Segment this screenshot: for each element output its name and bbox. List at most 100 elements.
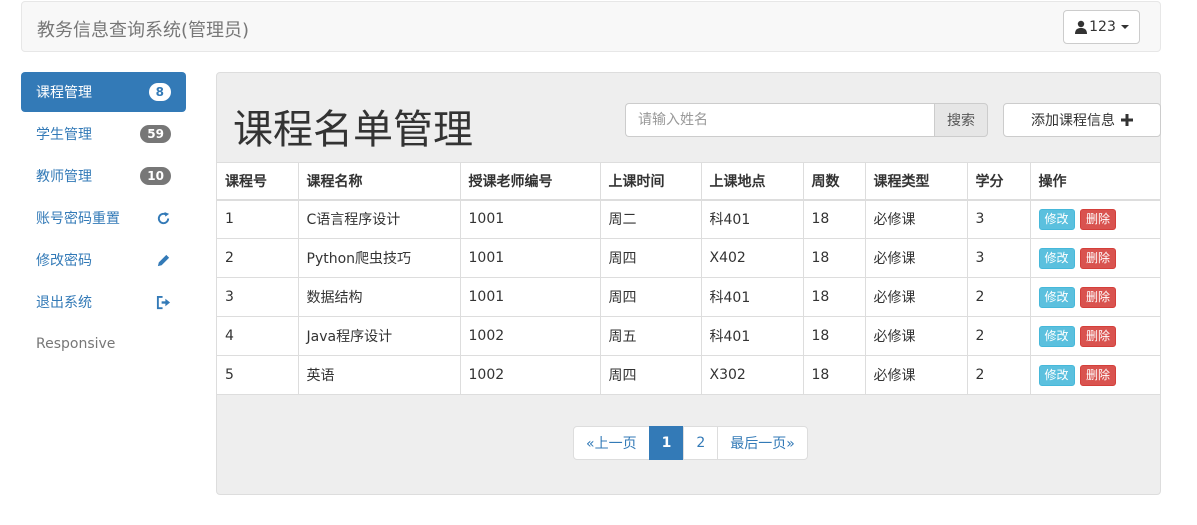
count-badge: 10 — [140, 167, 171, 185]
table-cell: X302 — [700, 355, 804, 395]
edit-button[interactable]: 修改 — [1038, 325, 1075, 347]
user-menu-button[interactable]: 123 — [1063, 10, 1140, 44]
table-cell: 必修课 — [864, 199, 968, 239]
app-brand[interactable]: 教务信息查询系统(管理员) — [37, 16, 249, 42]
page-link-2[interactable]: 2 — [683, 426, 719, 460]
table-cell: 1002 — [459, 355, 601, 395]
sidebar-item-label: 账号密码重置 — [36, 211, 120, 227]
page-link-1[interactable]: 1 — [648, 426, 685, 460]
table-cell: 周五 — [599, 316, 702, 356]
sidebar: 课程管理 8 学生管理 59 教师管理 10 账号密码重置 修改密码 退出系统 … — [21, 72, 186, 366]
edit-button[interactable]: 修改 — [1038, 286, 1075, 308]
table-row: 2 Python爬虫技巧 1001 周四 X402 18 必修课 3 修改 删除 — [217, 238, 1160, 278]
table-row: 4 Java程序设计 1002 周五 科401 18 必修课 2 修改 删除 — [217, 316, 1160, 356]
delete-button[interactable]: 删除 — [1079, 364, 1116, 386]
column-header: 上课时间 — [599, 162, 702, 201]
sidebar-item-course[interactable]: 课程管理 8 — [21, 72, 186, 112]
table-cell: 1001 — [459, 238, 601, 278]
column-header: 上课地点 — [700, 162, 804, 201]
table-cell: 2 — [217, 238, 299, 278]
sidebar-item-label: 修改密码 — [36, 253, 92, 269]
course-table: 课程号 课程名称 授课老师编号 上课时间 上课地点 周数 课程类型 学分 操作 … — [217, 162, 1160, 395]
table-cell: 2 — [966, 316, 1031, 356]
top-navbar: 教务信息查询系统(管理员) 123 — [21, 1, 1161, 52]
edit-button[interactable]: 修改 — [1038, 247, 1075, 269]
table-cell: 18 — [802, 355, 866, 395]
table-cell: 5 — [217, 355, 299, 395]
table-cell: X402 — [700, 238, 804, 278]
delete-button[interactable]: 删除 — [1079, 247, 1116, 269]
table-cell: Python爬虫技巧 — [297, 238, 461, 278]
table-row: 5 英语 1002 周四 X302 18 必修课 2 修改 删除 — [217, 355, 1160, 395]
sidebar-item-label: 教师管理 — [36, 169, 92, 185]
sidebar-item-change-password[interactable]: 修改密码 — [21, 240, 186, 280]
last-page-link[interactable]: 最后一页» — [717, 426, 808, 460]
table-cell: 18 — [802, 316, 866, 356]
main-panel: 课程名单管理 搜索 添加课程信息 课程号 课程名称 授课老师编号 上课时间 上课… — [216, 72, 1161, 495]
refresh-icon — [157, 211, 170, 224]
sidebar-item-label: 课程管理 — [36, 85, 92, 101]
delete-button[interactable]: 删除 — [1079, 286, 1116, 308]
sidebar-item-teacher[interactable]: 教师管理 10 — [21, 156, 186, 196]
count-badge: 8 — [148, 83, 171, 101]
delete-button[interactable]: 删除 — [1079, 208, 1116, 230]
add-course-button[interactable]: 添加课程信息 — [1003, 103, 1161, 137]
sidebar-item-responsive[interactable]: Responsive — [21, 324, 186, 364]
table-cell: 周四 — [599, 355, 702, 395]
sidebar-item-reset-password[interactable]: 账号密码重置 — [21, 198, 186, 238]
search-button[interactable]: 搜索 — [934, 103, 988, 137]
action-cell: 修改 删除 — [1029, 238, 1160, 278]
sidebar-item-student[interactable]: 学生管理 59 — [21, 114, 186, 154]
column-header: 课程号 — [217, 162, 299, 201]
column-header: 课程名称 — [297, 162, 461, 201]
table-cell: 1001 — [459, 277, 601, 317]
plus-icon — [1121, 114, 1133, 126]
column-header: 周数 — [802, 162, 866, 201]
table-cell: 18 — [802, 199, 866, 239]
logout-icon — [156, 295, 171, 309]
table-row: 3 数据结构 1001 周四 科401 18 必修课 2 修改 删除 — [217, 277, 1160, 317]
course-table-wrap: 课程号 课程名称 授课老师编号 上课时间 上课地点 周数 课程类型 学分 操作 … — [217, 162, 1160, 395]
sidebar-item-label: 退出系统 — [36, 295, 92, 311]
pagination: «上一页 1 2 最后一页» — [573, 426, 808, 460]
table-cell: 18 — [802, 277, 866, 317]
table-cell: 周四 — [599, 238, 702, 278]
table-cell: 科401 — [700, 277, 804, 317]
table-cell: 科401 — [700, 316, 804, 356]
edit-button[interactable]: 修改 — [1038, 364, 1075, 386]
table-cell: 1 — [217, 199, 299, 239]
prev-page-link[interactable]: «上一页 — [573, 426, 650, 460]
delete-button[interactable]: 删除 — [1079, 325, 1116, 347]
table-cell: 3 — [966, 199, 1031, 239]
search-input[interactable] — [625, 103, 934, 137]
table-cell: 英语 — [297, 355, 461, 395]
table-header-row: 课程号 课程名称 授课老师编号 上课时间 上课地点 周数 课程类型 学分 操作 — [217, 162, 1160, 201]
sidebar-item-logout[interactable]: 退出系统 — [21, 282, 186, 322]
count-badge: 59 — [140, 125, 171, 143]
user-name: 123 — [1089, 19, 1116, 35]
add-course-label: 添加课程信息 — [1031, 113, 1115, 129]
table-cell: 1002 — [459, 316, 601, 356]
action-cell: 修改 删除 — [1029, 199, 1160, 239]
table-cell: 2 — [966, 355, 1031, 395]
edit-button[interactable]: 修改 — [1038, 208, 1075, 230]
sidebar-item-label: Responsive — [36, 336, 116, 352]
search-group: 搜索 — [625, 103, 988, 137]
table-cell: 3 — [966, 238, 1031, 278]
action-cell: 修改 删除 — [1029, 277, 1160, 317]
table-cell: Java程序设计 — [297, 316, 461, 356]
column-header: 授课老师编号 — [459, 162, 601, 201]
table-cell: 3 — [217, 277, 299, 317]
sidebar-item-label: 学生管理 — [36, 127, 92, 143]
table-cell: 必修课 — [864, 316, 968, 356]
table-cell: 1001 — [459, 199, 601, 239]
table-row: 1 C语言程序设计 1001 周二 科401 18 必修课 3 修改 删除 — [217, 199, 1160, 239]
action-cell: 修改 删除 — [1029, 355, 1160, 395]
user-icon — [1075, 20, 1088, 34]
table-cell: 18 — [802, 238, 866, 278]
column-header: 学分 — [966, 162, 1031, 201]
table-cell: 周四 — [599, 277, 702, 317]
table-cell: C语言程序设计 — [297, 199, 461, 239]
caret-down-icon — [1120, 25, 1129, 29]
table-cell: 科401 — [700, 199, 804, 239]
